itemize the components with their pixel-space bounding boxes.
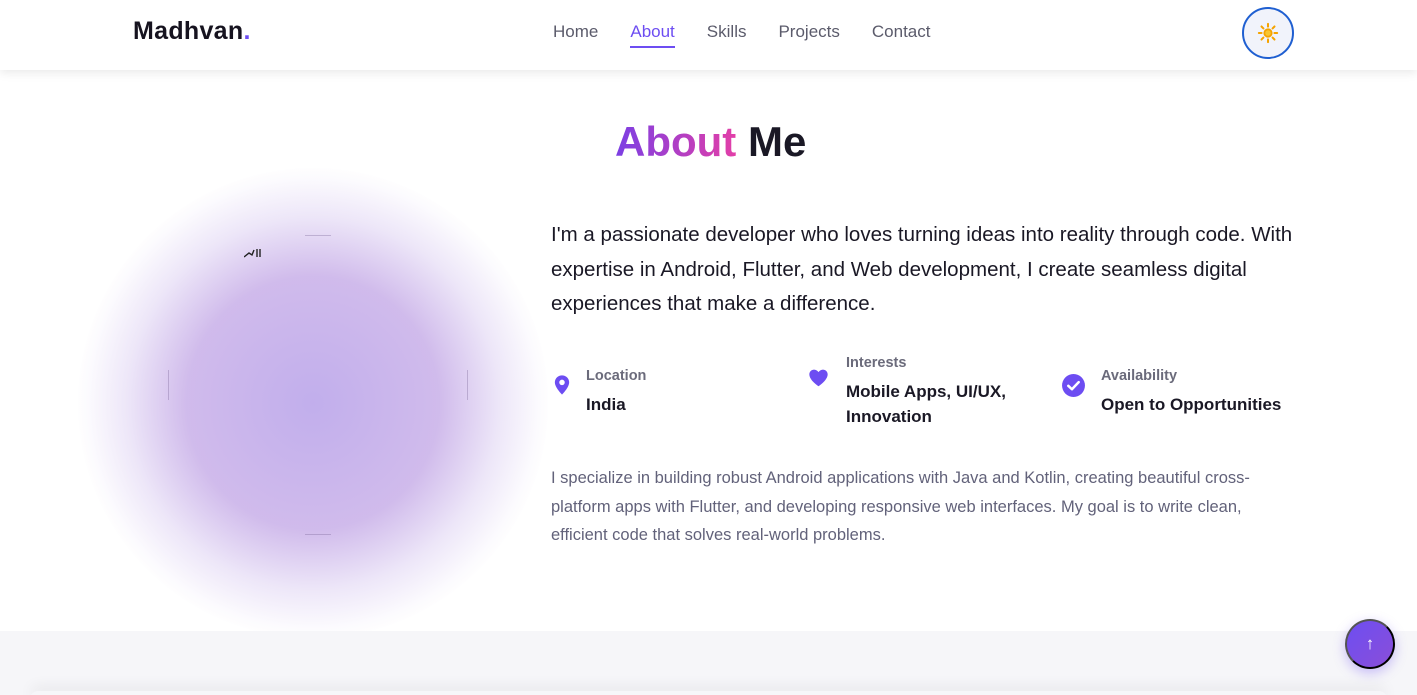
about-description: I specialize in building robust Android … [551, 469, 1250, 544]
logo-text: Madhvan [133, 17, 244, 45]
title-highlight: About [615, 118, 737, 165]
frame-edge [467, 370, 468, 400]
info-availability: Availability Open to Opportunities [1061, 368, 1281, 417]
frame-edge [305, 235, 331, 236]
section-title: About Me [615, 118, 806, 166]
sun-icon [1257, 22, 1279, 44]
info-label: Location [586, 368, 647, 384]
about-section: About Me I'm a passionate developer who … [0, 70, 1417, 638]
frame-edge [168, 370, 169, 400]
nav-link-projects[interactable]: Projects [778, 22, 839, 48]
profile-image-frame [168, 235, 468, 535]
nav-link-skills[interactable]: Skills [707, 22, 747, 48]
info-label: Interests [846, 355, 907, 371]
about-lead-text: I'm a passionate developer who loves tur… [551, 223, 1293, 315]
card-preview [30, 691, 1387, 695]
logo[interactable]: Madhvan. [133, 17, 251, 46]
theme-toggle-button[interactable] [1242, 7, 1294, 59]
title-rest: Me [747, 118, 807, 165]
nav-link-home[interactable]: Home [553, 22, 598, 48]
info-value: Open to Opportunities [1101, 395, 1282, 414]
arrow-up-icon: ↑ [1365, 634, 1375, 653]
broken-image-icon [244, 249, 261, 258]
heart-icon [809, 369, 828, 387]
navbar: Madhvan. Home About Skills Projects Cont… [0, 0, 1417, 70]
check-circle-icon [1062, 374, 1085, 397]
nav-links: Home About Skills Projects Contact [553, 22, 930, 48]
location-pin-icon [554, 375, 570, 395]
info-label: Availability [1101, 368, 1178, 384]
info-location: Location India [551, 368, 646, 417]
info-interests: Interests Mobile Apps, UI/UX, Innovation [806, 355, 1036, 429]
info-value: Mobile Apps, UI/UX, Innovation [846, 382, 1006, 426]
scroll-to-top-button[interactable]: ↑ [1345, 619, 1395, 669]
skills-section-preview [0, 631, 1417, 695]
frame-edge [305, 534, 331, 535]
nav-link-contact[interactable]: Contact [872, 22, 931, 48]
info-value: India [586, 395, 626, 414]
logo-dot: . [243, 17, 251, 45]
nav-link-about[interactable]: About [630, 22, 675, 48]
